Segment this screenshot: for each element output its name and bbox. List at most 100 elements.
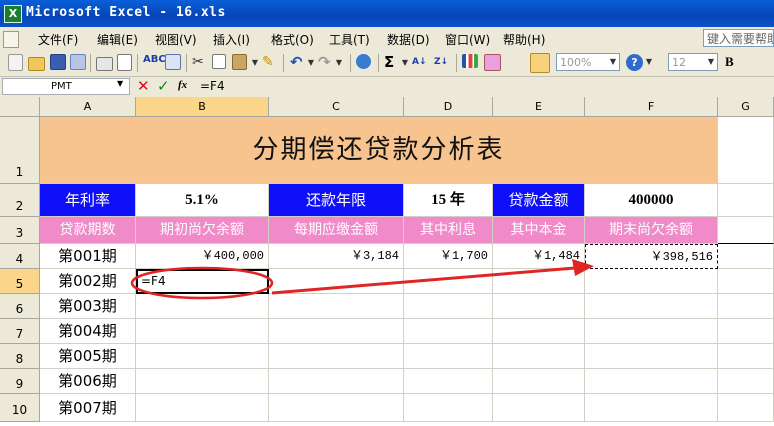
cell-e10[interactable] xyxy=(493,394,585,422)
row-header-4[interactable]: 4 xyxy=(0,244,40,269)
formula-input[interactable]: =F4 xyxy=(200,79,225,93)
active-cell-b5[interactable]: =F4 xyxy=(136,269,269,294)
cut-icon[interactable]: ✂ xyxy=(192,54,209,71)
cell-a3[interactable]: 贷款期数 xyxy=(40,217,136,244)
select-all-corner[interactable] xyxy=(0,97,40,117)
save-icon[interactable] xyxy=(50,54,66,70)
cell-d8[interactable] xyxy=(404,344,493,369)
cell-f4[interactable]: ￥398,516 xyxy=(585,244,718,269)
cell-e9[interactable] xyxy=(493,369,585,394)
highlighted-toolbar-icon[interactable] xyxy=(530,53,550,73)
confirm-entry-icon[interactable]: ✓ xyxy=(157,77,170,95)
cell-f6[interactable] xyxy=(585,294,718,319)
cancel-entry-icon[interactable]: ✕ xyxy=(137,77,150,95)
cell-a2[interactable]: 年利率 xyxy=(40,184,136,217)
cell-a9[interactable]: 第006期 xyxy=(40,369,136,394)
name-box-dropdown-icon[interactable]: ▼ xyxy=(117,79,123,88)
autosum-dropdown-icon[interactable]: ▼ xyxy=(400,54,410,72)
cell-a6[interactable]: 第003期 xyxy=(40,294,136,319)
cell-c2[interactable]: 还款年限 xyxy=(269,184,404,217)
hyperlink-icon[interactable] xyxy=(356,54,371,69)
row-header-2[interactable]: 2 xyxy=(0,184,40,217)
cell-e6[interactable] xyxy=(493,294,585,319)
cell-d10[interactable] xyxy=(404,394,493,422)
redo-icon[interactable]: ↷ xyxy=(318,54,335,71)
zoom-dropdown-icon[interactable]: ▼ xyxy=(608,53,618,71)
cell-e8[interactable] xyxy=(493,344,585,369)
cell-d9[interactable] xyxy=(404,369,493,394)
cell-f3[interactable]: 期末尚欠余额 xyxy=(585,217,718,244)
cell-c8[interactable] xyxy=(269,344,404,369)
bold-button[interactable]: B xyxy=(725,54,734,70)
cell-d3[interactable]: 其中利息 xyxy=(404,217,493,244)
cell-g10[interactable] xyxy=(718,394,774,422)
font-size-dropdown-icon[interactable]: ▼ xyxy=(706,53,716,71)
menu-insert[interactable]: 插入(I) xyxy=(213,31,250,48)
sort-ascending-icon[interactable]: A↓ xyxy=(412,54,429,71)
cell-c6[interactable] xyxy=(269,294,404,319)
row-header-5[interactable]: 5 xyxy=(0,269,40,294)
cell-b7[interactable] xyxy=(136,319,269,344)
column-header-d[interactable]: D xyxy=(404,97,493,117)
help-search-input[interactable]: 键入需要帮助 xyxy=(703,29,774,47)
cell-g8[interactable] xyxy=(718,344,774,369)
menu-file[interactable]: 文件(F) xyxy=(38,31,78,48)
cell-d6[interactable] xyxy=(404,294,493,319)
cell-f9[interactable] xyxy=(585,369,718,394)
column-header-a[interactable]: A xyxy=(40,97,136,117)
cell-b9[interactable] xyxy=(136,369,269,394)
row-header-6[interactable]: 6 xyxy=(0,294,40,319)
insert-function-icon[interactable]: fx xyxy=(178,79,187,91)
name-box[interactable]: PMT xyxy=(2,78,130,95)
cell-a7[interactable]: 第004期 xyxy=(40,319,136,344)
row-header-3[interactable]: 3 xyxy=(0,217,40,244)
paste-dropdown-icon[interactable]: ▼ xyxy=(250,54,260,72)
drawing-icon[interactable] xyxy=(484,54,501,71)
cell-b4[interactable]: ￥400,000 xyxy=(136,244,269,269)
column-header-b[interactable]: B xyxy=(136,97,269,117)
cell-a8[interactable]: 第005期 xyxy=(40,344,136,369)
cell-b8[interactable] xyxy=(136,344,269,369)
help-icon[interactable]: ? xyxy=(626,54,643,71)
undo-icon[interactable]: ↶ xyxy=(290,54,307,71)
cell-b10[interactable] xyxy=(136,394,269,422)
cell-e5[interactable] xyxy=(493,269,585,294)
menu-format[interactable]: 格式(O) xyxy=(271,31,314,48)
menu-view[interactable]: 视图(V) xyxy=(155,31,197,48)
cell-e3[interactable]: 其中本金 xyxy=(493,217,585,244)
cell-c7[interactable] xyxy=(269,319,404,344)
row-header-7[interactable]: 7 xyxy=(0,319,40,344)
spelling-icon[interactable]: ABC xyxy=(143,54,166,71)
cell-d7[interactable] xyxy=(404,319,493,344)
redo-dropdown-icon[interactable]: ▼ xyxy=(334,54,344,72)
cell-c9[interactable] xyxy=(269,369,404,394)
print-icon[interactable] xyxy=(96,57,113,71)
cell-g3[interactable] xyxy=(718,217,774,244)
autosum-icon[interactable]: Σ xyxy=(384,54,401,71)
cell-c4[interactable]: ￥3,184 xyxy=(269,244,404,269)
cell-d4[interactable]: ￥1,700 xyxy=(404,244,493,269)
column-header-g[interactable]: G xyxy=(718,97,774,117)
cell-g5[interactable] xyxy=(718,269,774,294)
row-header-10[interactable]: 10 xyxy=(0,394,40,422)
cell-c10[interactable] xyxy=(269,394,404,422)
cell-a4[interactable]: 第001期 xyxy=(40,244,136,269)
undo-dropdown-icon[interactable]: ▼ xyxy=(306,54,316,72)
chart-wizard-icon[interactable] xyxy=(462,54,478,68)
cell-d2[interactable]: 15 年 xyxy=(404,184,493,217)
cell-g6[interactable] xyxy=(718,294,774,319)
cell-g1[interactable] xyxy=(718,117,774,184)
cell-e4[interactable]: ￥1,484 xyxy=(493,244,585,269)
cell-f5[interactable] xyxy=(585,269,718,294)
row-header-9[interactable]: 9 xyxy=(0,369,40,394)
cell-c3[interactable]: 每期应缴金额 xyxy=(269,217,404,244)
cell-f7[interactable] xyxy=(585,319,718,344)
permission-icon[interactable] xyxy=(70,54,86,70)
toolbar-options-icon[interactable]: ▼ xyxy=(644,53,654,71)
menu-edit[interactable]: 编辑(E) xyxy=(97,31,138,48)
column-header-e[interactable]: E xyxy=(493,97,585,117)
menu-data[interactable]: 数据(D) xyxy=(387,31,430,48)
menu-window[interactable]: 窗口(W) xyxy=(445,31,490,48)
cell-a5[interactable]: 第002期 xyxy=(40,269,136,294)
cell-e7[interactable] xyxy=(493,319,585,344)
